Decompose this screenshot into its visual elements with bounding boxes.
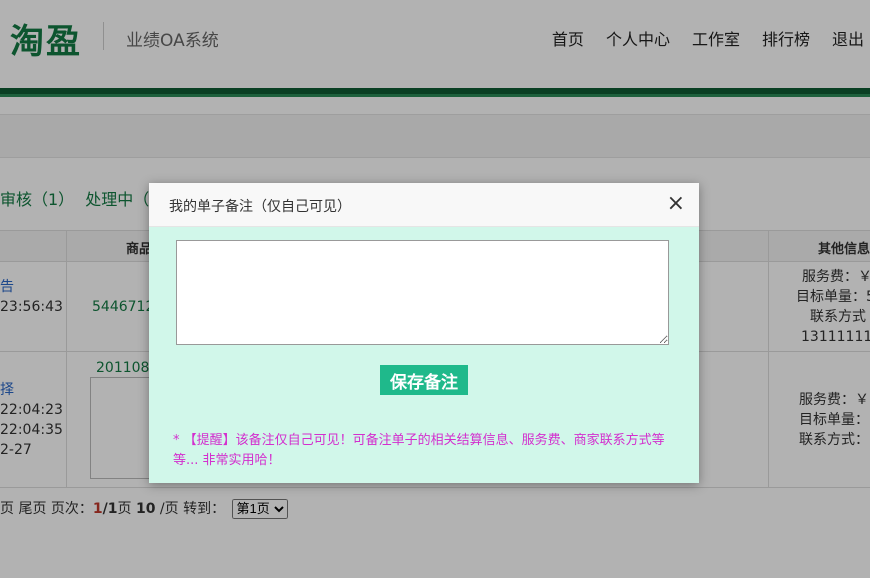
reminder-text: * 【提醒】该备注仅自己可见！可备注单子的相关结算信息、服务费、商家联系方式等等… bbox=[173, 433, 665, 468]
modal-title: 我的单子备注（仅自己可见） bbox=[169, 199, 351, 215]
close-icon[interactable]: × bbox=[667, 191, 685, 217]
save-note-button[interactable]: 保存备注 bbox=[380, 365, 468, 395]
note-textarea[interactable] bbox=[176, 240, 669, 345]
modal-header: 我的单子备注（仅自己可见） × bbox=[149, 183, 699, 227]
note-modal: 我的单子备注（仅自己可见） × 保存备注 * 【提醒】该备注仅自己可见！可备注单… bbox=[149, 183, 699, 483]
